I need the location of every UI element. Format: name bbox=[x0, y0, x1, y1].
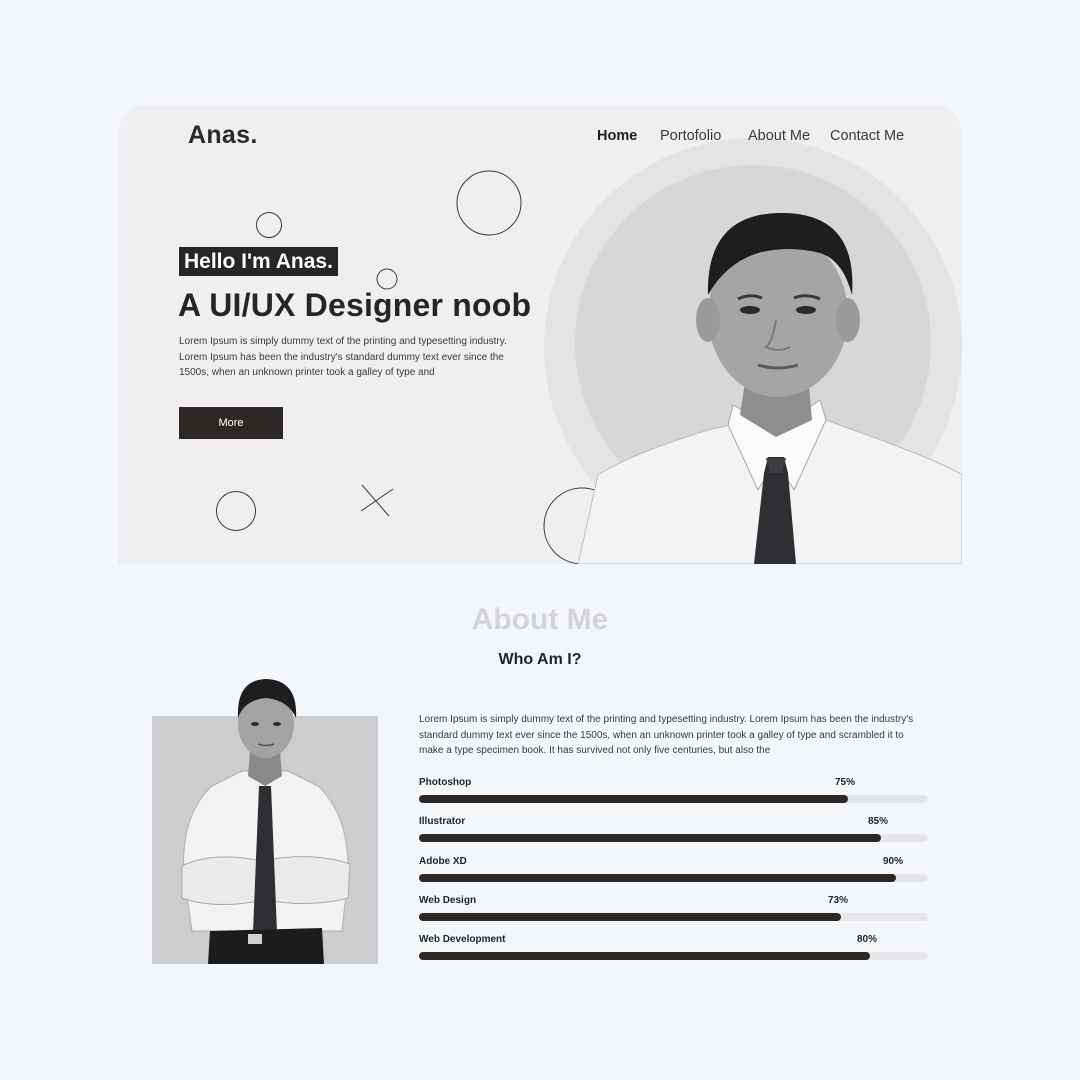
nav-item-portofolio[interactable]: Portofolio bbox=[660, 128, 721, 144]
deco-circle-bottom bbox=[216, 491, 256, 531]
hero-headline: A UI/UX Designer noob bbox=[178, 287, 532, 323]
skill-row: Web Development 80% bbox=[419, 934, 929, 964]
skill-progress-fill bbox=[419, 873, 897, 882]
about-description: Lorem Ipsum is simply dummy text of the … bbox=[419, 714, 914, 756]
skill-progress-fill bbox=[419, 795, 849, 803]
hero-portrait-image bbox=[577, 212, 962, 564]
nav-item-about-me[interactable]: About Me bbox=[748, 128, 810, 144]
deco-cross-b bbox=[360, 488, 394, 512]
skill-row: Illustrator 85% bbox=[419, 816, 929, 846]
skill-progress-fill bbox=[419, 912, 841, 921]
more-button[interactable]: More bbox=[179, 407, 283, 439]
skill-percent: 73% bbox=[828, 894, 849, 906]
skill-name: Web Development bbox=[419, 934, 506, 945]
skill-name: Web Design bbox=[419, 894, 477, 906]
skill-percent: 85% bbox=[868, 816, 889, 828]
skill-progress-track bbox=[419, 834, 928, 843]
skill-name: Photoshop bbox=[419, 777, 472, 788]
skill-row: Web Design 73% bbox=[419, 895, 929, 925]
skill-name: Adobe XD bbox=[419, 855, 467, 867]
skill-percent: 90% bbox=[883, 855, 904, 867]
deco-circle-tiny bbox=[376, 268, 398, 290]
nav-item-home[interactable]: Home bbox=[597, 128, 637, 144]
skill-percent: 80% bbox=[857, 934, 878, 945]
skill-percent: 75% bbox=[835, 777, 856, 788]
about-section-title: About Me bbox=[471, 603, 609, 636]
hero-greeting-badge: Hello I'm Anas. bbox=[179, 247, 338, 276]
skill-progress-track bbox=[419, 795, 928, 803]
skill-name: Illustrator bbox=[419, 816, 466, 828]
skill-progress-track bbox=[419, 952, 928, 960]
deco-circle-large bbox=[456, 170, 522, 236]
nav-item-contact-me[interactable]: Contact Me bbox=[830, 128, 904, 144]
about-section-subtitle: Who Am I? bbox=[498, 651, 582, 668]
hero-section: Anas. Home Portofolio About Me Contact M… bbox=[118, 105, 962, 564]
brand-logo[interactable]: Anas. bbox=[188, 121, 258, 150]
skill-row: Photoshop 75% bbox=[419, 777, 929, 807]
skill-progress-track bbox=[419, 873, 928, 882]
about-portrait-image bbox=[181, 679, 351, 964]
skill-progress-fill bbox=[419, 834, 881, 843]
skill-progress-fill bbox=[419, 952, 871, 960]
skill-progress-track bbox=[419, 912, 928, 921]
skill-row: Adobe XD 90% bbox=[419, 856, 929, 886]
deco-circle-small bbox=[256, 212, 282, 238]
hero-description: Lorem Ipsum is simply dummy text of the … bbox=[179, 336, 507, 378]
